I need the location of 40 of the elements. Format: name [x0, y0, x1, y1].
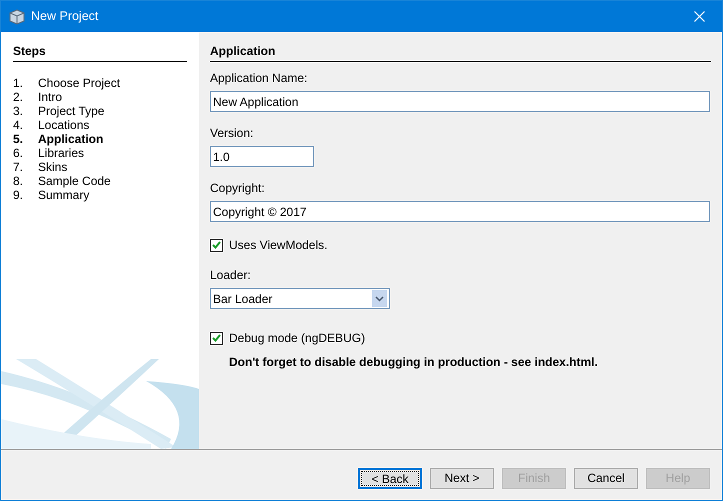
step-label: Libraries — [38, 146, 84, 160]
wizard-button[interactable]: Cancel — [574, 468, 638, 488]
step-label: Sample Code — [38, 174, 111, 188]
text-field[interactable]: New Application — [210, 91, 710, 112]
step-number: 2. — [13, 90, 24, 104]
step-number: 1. — [13, 76, 24, 90]
step-number: 3. — [13, 104, 24, 118]
dropdown[interactable]: Bar Loader — [210, 288, 390, 309]
step-label: Skins — [38, 160, 68, 174]
section-heading: Application — [210, 42, 711, 62]
text-field[interactable]: 1.0 — [210, 146, 314, 167]
checkbox[interactable] — [210, 238, 223, 252]
step-label: Locations — [38, 118, 90, 132]
warning-text: Don't forget to disable debugging in production - see index.html. — [229, 354, 599, 371]
text-field[interactable]: Copyright © 2017 — [210, 201, 710, 222]
close-icon — [694, 11, 704, 22]
checkbox-label: Uses ViewModels. — [229, 237, 328, 254]
wizard-button[interactable]: Next > — [430, 468, 494, 488]
chevron-down-icon — [375, 296, 384, 302]
step-number: 8. — [13, 174, 24, 188]
step-label: Intro — [38, 90, 62, 104]
step-number: 7. — [13, 160, 24, 174]
step-number: 5. — [13, 132, 24, 146]
step-number: 9. — [13, 188, 24, 202]
step-number: 4. — [13, 118, 24, 132]
steps-heading: Steps — [13, 42, 187, 62]
cube-icon — [9, 8, 25, 24]
step-label: Choose Project — [38, 76, 120, 90]
field-label: Copyright: — [210, 181, 266, 195]
window-title: New Project — [31, 8, 98, 26]
field-label: Application Name: — [210, 71, 308, 85]
field-label: Loader: — [210, 268, 252, 282]
wizard-button[interactable]: < Back — [358, 468, 422, 488]
step-label: Project Type — [38, 104, 104, 118]
field-label: Version: — [210, 126, 254, 140]
step-number: 6. — [13, 146, 24, 160]
checkbox-label: Debug mode (ngDEBUG) — [229, 330, 366, 347]
step-label: Application — [38, 132, 104, 146]
checkbox[interactable] — [210, 332, 223, 344]
step-label: Summary — [38, 188, 90, 202]
